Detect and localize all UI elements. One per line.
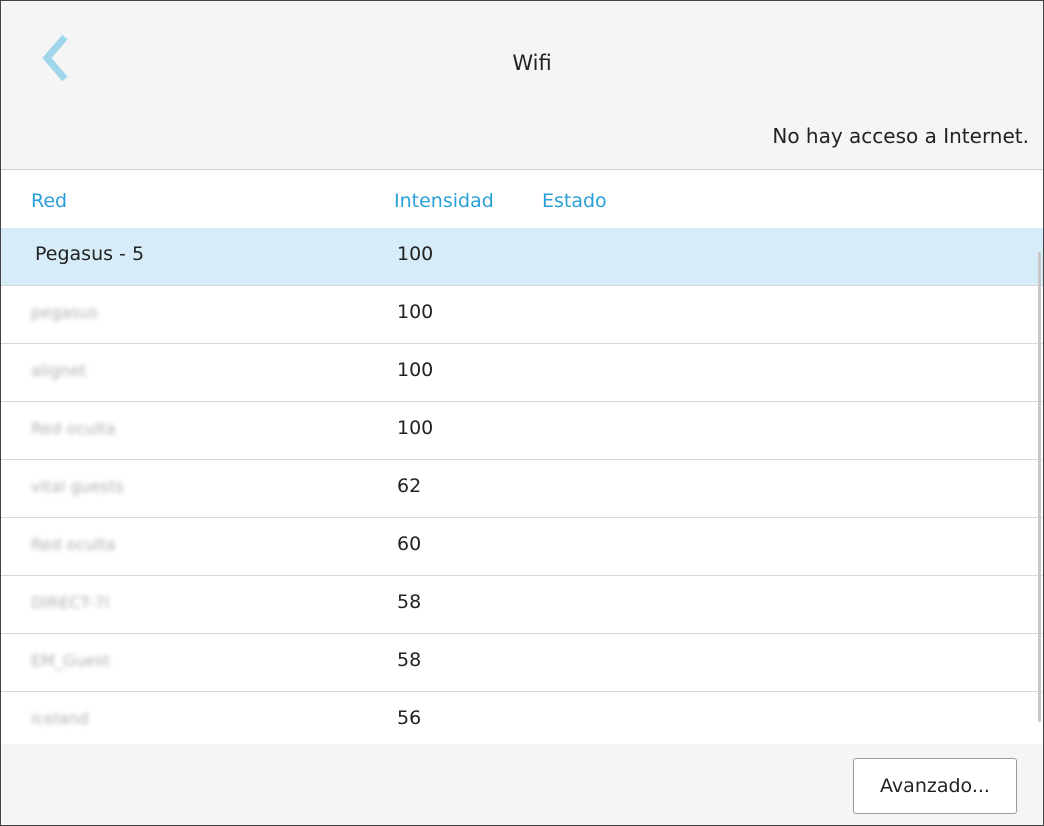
network-row[interactable]: vital guests 62 (1, 460, 1043, 518)
header: Wifi No hay acceso a Internet. (1, 1, 1043, 170)
signal-strength: 100 (397, 417, 434, 439)
network-row[interactable]: Red oculta 100 (1, 402, 1043, 460)
network-row[interactable]: iceland 56 (1, 692, 1043, 744)
column-header-red[interactable]: Red (31, 190, 67, 212)
wifi-settings-window: Wifi No hay acceso a Internet. Red Inten… (0, 0, 1044, 826)
network-list: Pegasus - 5 100 pegasus 100 alignet 100 Red oc… (1, 228, 1043, 744)
table-header: Red Intensidad Estado (1, 170, 1043, 228)
signal-strength: 100 (397, 301, 434, 323)
connection-status: No hay acceso a Internet. (772, 124, 1029, 148)
signal-strength: 62 (397, 475, 422, 497)
network-name: Pegasus - 5 (35, 243, 145, 265)
network-row[interactable]: pegasus 100 (1, 286, 1043, 344)
signal-strength: 56 (397, 707, 422, 729)
signal-strength: 58 (397, 649, 422, 671)
column-header-estado[interactable]: Estado (542, 190, 607, 212)
network-row[interactable]: Red oculta 60 (1, 518, 1043, 576)
network-table: Red Intensidad Estado Pegasus - 5 100 pega… (1, 170, 1043, 744)
page-title: Wifi (512, 51, 552, 75)
network-row[interactable]: Pegasus - 5 100 (1, 228, 1043, 286)
network-name: EM_Guest (31, 651, 110, 670)
footer: Avanzado... (1, 744, 1043, 825)
network-row[interactable]: EM_Guest 58 (1, 634, 1043, 692)
network-name: Red oculta (31, 419, 116, 438)
network-name: vital guests (31, 477, 124, 496)
scrollbar[interactable] (1038, 252, 1041, 722)
column-header-intensidad[interactable]: Intensidad (394, 190, 494, 212)
network-name: pegasus (31, 303, 98, 322)
network-row[interactable]: alignet 100 (1, 344, 1043, 402)
signal-strength: 58 (397, 591, 422, 613)
signal-strength: 100 (397, 243, 434, 265)
network-name: alignet (31, 361, 87, 380)
signal-strength: 100 (397, 359, 434, 381)
network-name: DIRECT-7I (31, 593, 110, 612)
network-name: iceland (31, 709, 89, 728)
network-row[interactable]: DIRECT-7I 58 (1, 576, 1043, 634)
advanced-button[interactable]: Avanzado... (853, 758, 1017, 814)
network-name: Red oculta (31, 535, 116, 554)
signal-strength: 60 (397, 533, 422, 555)
